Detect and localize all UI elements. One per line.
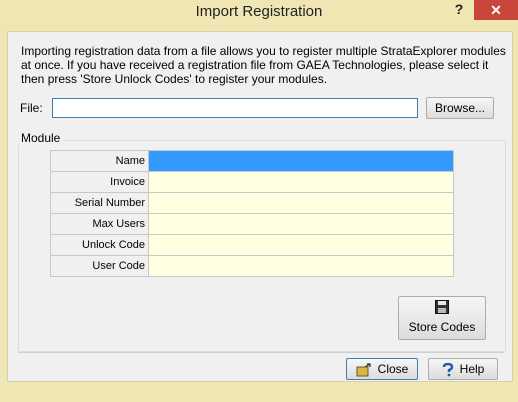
title-bar: Import Registration ? ✕: [0, 0, 518, 24]
dialog-body: Importing registration data from a file …: [7, 31, 513, 382]
field-label: Unlock Code: [50, 234, 149, 256]
store-codes-button[interactable]: Store Codes: [398, 296, 486, 340]
browse-button[interactable]: Browse...: [426, 97, 494, 119]
close-button[interactable]: Close: [346, 358, 418, 380]
field-value-serial-number[interactable]: [148, 192, 454, 214]
field-label: Invoice: [50, 171, 149, 193]
file-path-input[interactable]: [52, 98, 418, 118]
import-registration-window: Import Registration ? ✕ Importing regist…: [0, 0, 518, 402]
help-label: Help: [459, 362, 485, 376]
field-row-user-code[interactable]: User Code: [50, 255, 454, 277]
field-row-max-users[interactable]: Max Users: [50, 213, 454, 235]
titlebar-help-button[interactable]: ?: [448, 1, 470, 19]
door-exit-icon: [356, 363, 371, 377]
store-codes-label: Store Codes: [408, 320, 476, 334]
window-title: Import Registration: [195, 3, 323, 20]
field-label: User Code: [50, 255, 149, 277]
module-fields-grid: Name Invoice Serial Number Max Users Unl…: [50, 150, 454, 277]
help-button[interactable]: Help: [428, 358, 498, 380]
field-value-max-users[interactable]: [148, 213, 454, 235]
field-row-serial-number[interactable]: Serial Number: [50, 192, 454, 214]
field-value-unlock-code[interactable]: [148, 234, 454, 256]
file-label: File:: [20, 101, 43, 115]
field-label: Serial Number: [50, 192, 149, 214]
field-row-unlock-code[interactable]: Unlock Code: [50, 234, 454, 256]
close-label: Close: [377, 362, 409, 376]
field-row-invoice[interactable]: Invoice: [50, 171, 454, 193]
field-value-invoice[interactable]: [148, 171, 454, 193]
field-row-name[interactable]: Name: [50, 150, 454, 172]
question-mark-icon: [442, 362, 453, 377]
intro-text: Importing registration data from a file …: [21, 44, 506, 86]
floppy-disk-icon: [435, 300, 449, 314]
module-group-label: Module: [18, 131, 64, 145]
field-label: Max Users: [50, 213, 149, 235]
field-value-user-code[interactable]: [148, 255, 454, 277]
field-label: Name: [50, 150, 149, 172]
titlebar-close-button[interactable]: ✕: [474, 0, 518, 20]
field-value-name[interactable]: [148, 150, 454, 172]
